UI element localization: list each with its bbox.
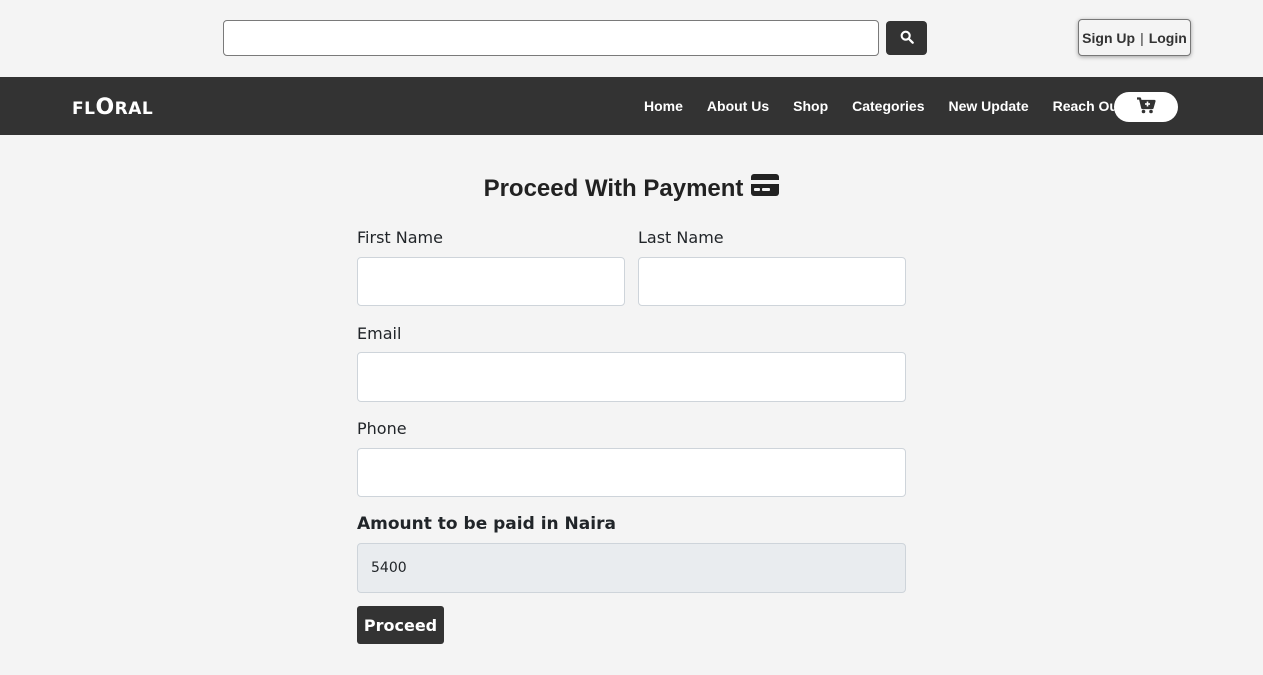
search-input[interactable] — [223, 20, 879, 56]
main-navbar: FLORAL Home About Us Shop Categories New… — [0, 77, 1263, 135]
nav-new-update[interactable]: New Update — [948, 98, 1028, 114]
last-name-label: Last Name — [638, 228, 724, 247]
nav-about-us[interactable]: About Us — [707, 98, 769, 114]
page-title-text: Proceed With Payment — [483, 174, 744, 202]
cart-button[interactable] — [1114, 92, 1178, 122]
login-link[interactable]: Login — [1149, 30, 1187, 46]
phone-label: Phone — [357, 419, 407, 438]
logo-part-1: FL — [72, 99, 96, 119]
phone-field[interactable] — [357, 448, 906, 497]
first-name-field[interactable] — [357, 257, 625, 306]
page-title: Proceed With Payment — [0, 174, 1263, 203]
logo-part-2: O — [95, 95, 115, 120]
logo-part-3: RAL — [114, 99, 154, 119]
proceed-button[interactable]: Proceed — [357, 606, 444, 644]
brand-logo[interactable]: FLORAL — [72, 95, 153, 120]
email-field[interactable] — [357, 352, 906, 402]
search-button[interactable] — [886, 21, 927, 55]
auth-separator: | — [1140, 29, 1144, 46]
amount-label: Amount to be paid in Naira — [357, 514, 616, 534]
last-name-field[interactable] — [638, 257, 906, 306]
email-label: Email — [357, 324, 402, 343]
credit-card-icon — [751, 174, 780, 203]
nav-home[interactable]: Home — [644, 98, 683, 114]
nav-shop[interactable]: Shop — [793, 98, 828, 114]
signup-link[interactable]: Sign Up — [1082, 30, 1135, 46]
auth-links: Sign Up | Login — [1078, 19, 1191, 56]
top-bar: Sign Up | Login — [0, 0, 1263, 77]
nav-links: Home About Us Shop Categories New Update… — [644, 77, 1147, 135]
nav-reach-out[interactable]: Reach Out — [1053, 98, 1123, 114]
nav-categories[interactable]: Categories — [852, 98, 924, 114]
cart-plus-icon — [1136, 97, 1156, 117]
amount-field[interactable] — [357, 543, 906, 593]
first-name-label: First Name — [357, 228, 443, 247]
search-icon — [900, 30, 914, 47]
